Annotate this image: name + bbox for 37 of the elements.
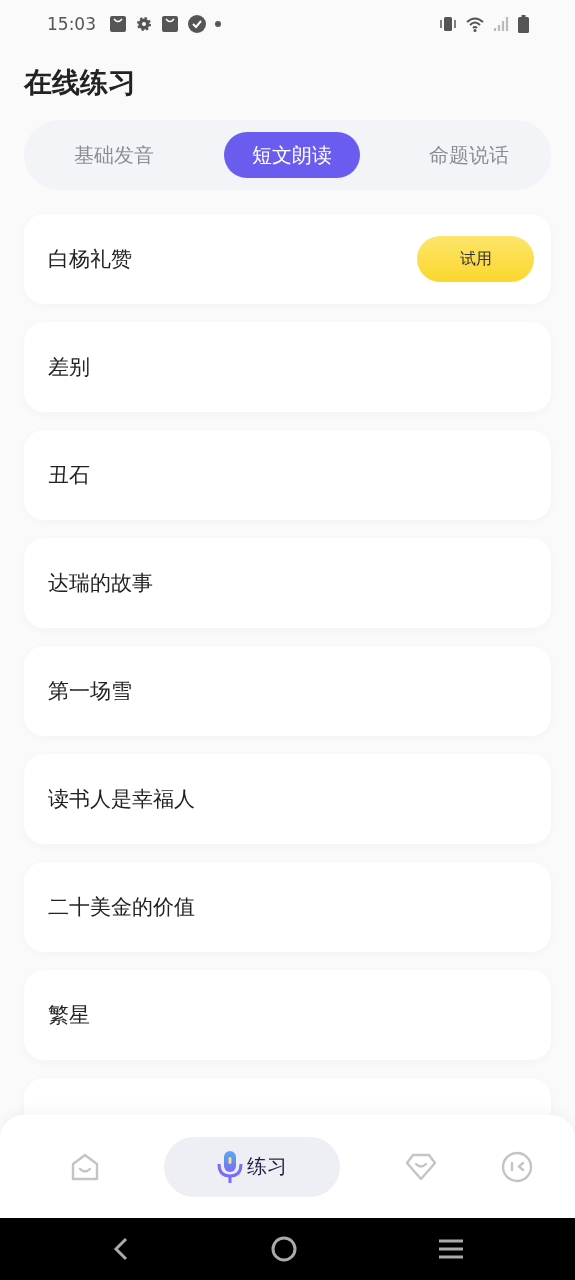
bag-icon (109, 15, 127, 33)
vibrate-icon (439, 16, 457, 32)
lesson-card[interactable]: 达瑞的故事 (24, 538, 551, 628)
lesson-title: 丑石 (48, 462, 90, 489)
menu-icon[interactable] (438, 1238, 464, 1260)
lesson-card[interactable]: 第一场雪 (24, 646, 551, 736)
tab[interactable]: 短文朗读 (223, 132, 360, 178)
bag-icon (161, 15, 179, 33)
page-title: 在线练习 (22, 65, 137, 101)
lesson-card[interactable]: 差别 (24, 322, 551, 412)
microphone-icon (217, 1149, 244, 1184)
lesson-card[interactable]: 白杨礼赞 试用 (24, 214, 551, 304)
house-icon (70, 1151, 100, 1182)
lesson-card[interactable]: 丑石 (24, 430, 551, 520)
battery-icon (518, 15, 529, 33)
signal-icon (493, 16, 509, 32)
gear-icon (136, 16, 152, 32)
status-time: 15:03 (47, 14, 96, 34)
wifi-icon (466, 16, 484, 32)
diamond-icon (404, 1152, 437, 1181)
home-circle-icon[interactable] (270, 1236, 297, 1262)
lesson-title: 白杨礼赞 (48, 246, 132, 273)
lesson-card[interactable]: 二十美金的价值 (24, 862, 551, 952)
nav-tab[interactable]: 练习 (164, 1136, 341, 1197)
dot-icon (215, 21, 221, 27)
trial-button[interactable]: 试用 (417, 236, 534, 282)
back-icon[interactable] (113, 1237, 129, 1261)
lesson-title: 繁星 (48, 1002, 90, 1029)
lesson-title: 二十美金的价值 (48, 894, 195, 921)
lesson-title: 第一场雪 (48, 678, 132, 705)
lesson-card[interactable]: 读书人是幸福人 (24, 754, 551, 844)
lesson-title: 达瑞的故事 (48, 570, 153, 597)
check-circle-icon (188, 15, 206, 33)
face-icon (501, 1150, 533, 1183)
lesson-title: 差别 (48, 354, 90, 381)
lesson-title: 读书人是幸福人 (48, 786, 195, 813)
lesson-card[interactable]: 繁星 (24, 970, 551, 1060)
